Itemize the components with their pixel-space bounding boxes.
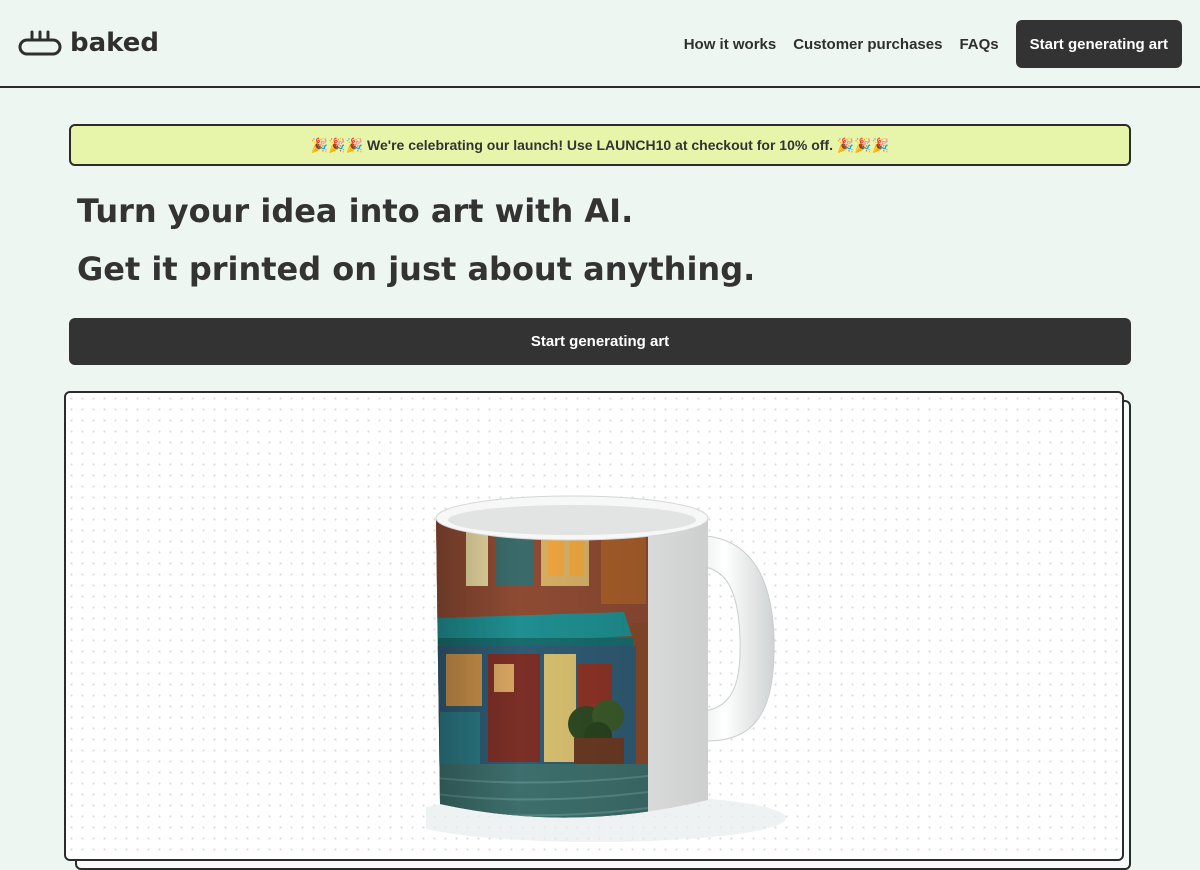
nav-faqs[interactable]: FAQs [959,36,998,53]
hero-start-generating-button[interactable]: Start generating art [69,318,1131,365]
nav-how-it-works[interactable]: How it works [684,36,777,53]
logo[interactable]: baked [18,28,159,58]
logo-text: baked [70,28,159,58]
launch-promo-banner: 🎉🎉🎉 We're celebrating our launch! Use LA… [69,124,1131,166]
product-preview-card [64,391,1124,861]
site-header: baked How it works Customer purchases FA… [0,0,1200,88]
hero-headline-line2: Get it printed on just about anything. [77,250,756,288]
mug-icon [426,495,786,842]
hero-headline-line1: Turn your idea into art with AI. [77,192,634,230]
nav-customer-purchases[interactable]: Customer purchases [793,36,942,53]
main-nav: How it works Customer purchases FAQs Sta… [684,20,1182,68]
header-start-generating-button[interactable]: Start generating art [1015,20,1182,68]
bread-loaf-icon [18,30,62,56]
